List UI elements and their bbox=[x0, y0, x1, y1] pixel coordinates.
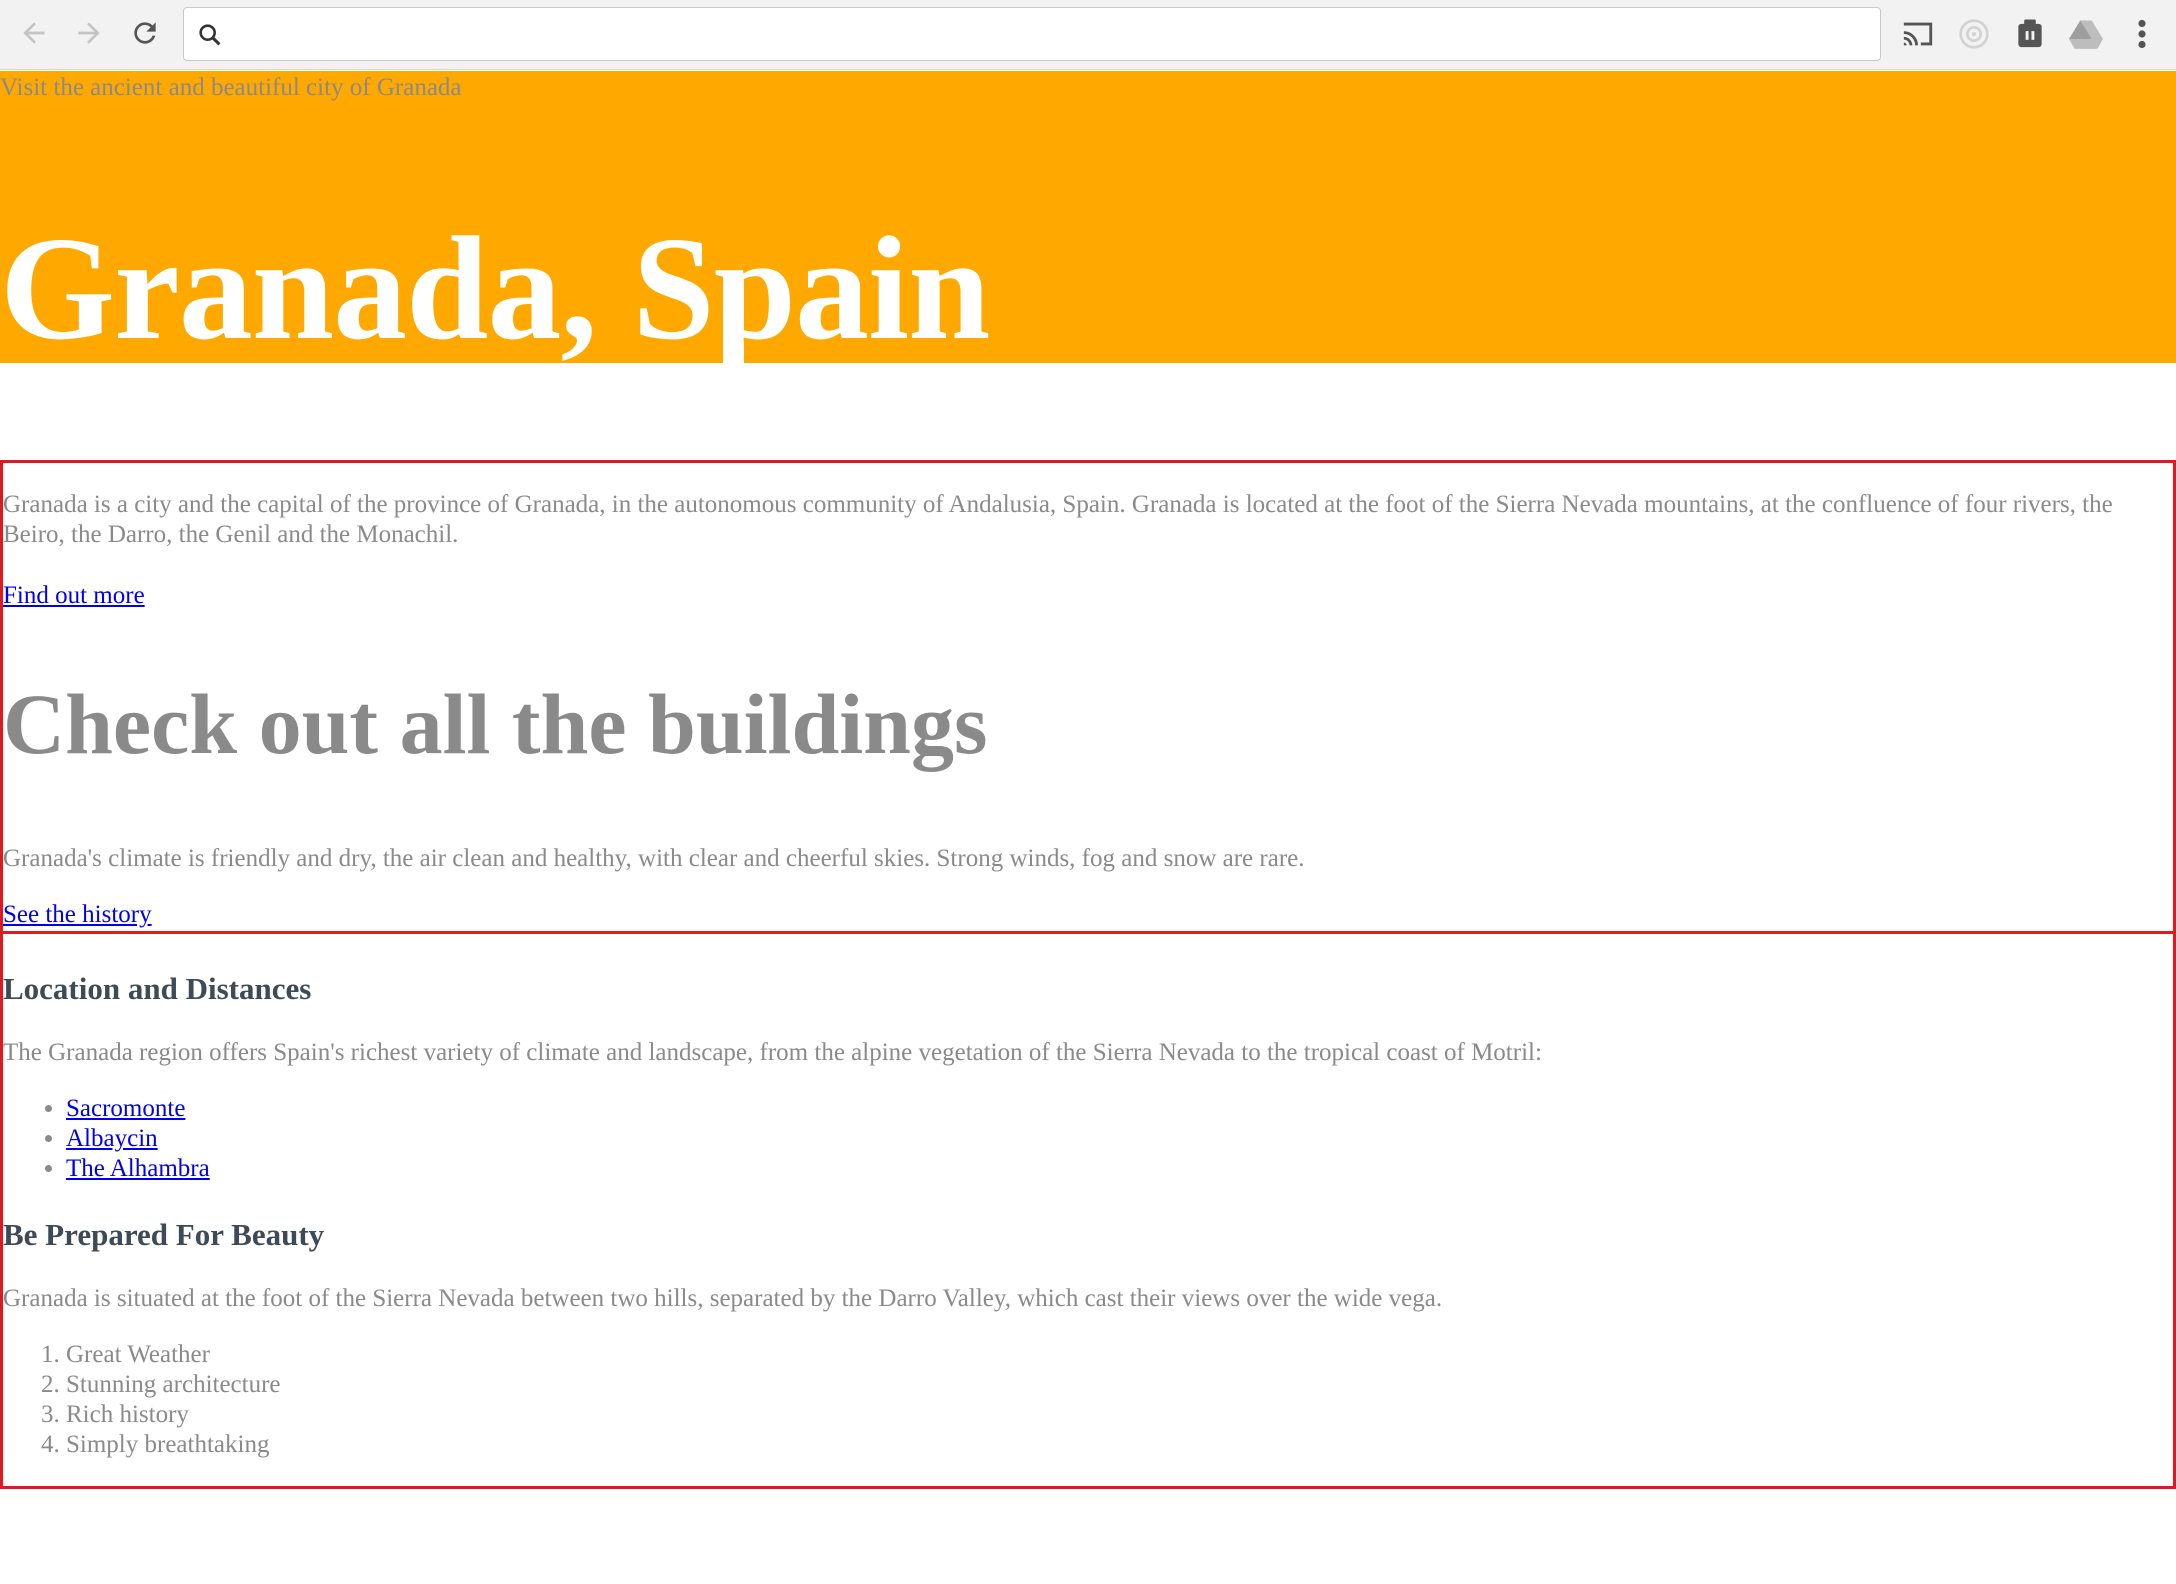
back-arrow-icon[interactable] bbox=[14, 13, 54, 53]
hero-tagline: Visit the ancient and beautiful city of … bbox=[0, 74, 462, 101]
page-title: Granada, Spain bbox=[0, 207, 990, 371]
extension-circle-icon[interactable] bbox=[1954, 14, 1994, 54]
buildings-heading: Check out all the buildings bbox=[3, 676, 988, 772]
reasons-list: Great Weather Stunning architecture Rich… bbox=[3, 1340, 281, 1460]
find-out-more-link[interactable]: Find out more bbox=[3, 582, 145, 609]
menu-dots-icon[interactable] bbox=[2122, 14, 2162, 54]
list-item: Stunning architecture bbox=[66, 1370, 281, 1400]
climate-paragraph: Granada's climate is friendly and dry, t… bbox=[3, 845, 1305, 872]
address-bar[interactable] bbox=[183, 7, 1881, 61]
list-item: The Alhambra bbox=[66, 1154, 210, 1184]
reload-icon[interactable] bbox=[125, 13, 165, 53]
places-list: Sacromonte Albaycin The Alhambra bbox=[3, 1094, 210, 1184]
hero-banner: Visit the ancient and beautiful city of … bbox=[0, 71, 2176, 371]
situated-paragraph: Granada is situated at the foot of the S… bbox=[3, 1285, 1443, 1312]
browser-toolbar bbox=[0, 0, 2176, 70]
list-item: Rich history bbox=[66, 1400, 281, 1430]
albaycin-link[interactable]: Albaycin bbox=[66, 1125, 158, 1152]
details-section: Location and Distances The Granada regio… bbox=[0, 931, 2176, 1489]
beauty-heading: Be Prepared For Beauty bbox=[3, 1217, 325, 1252]
sacromonte-link[interactable]: Sacromonte bbox=[66, 1095, 185, 1122]
the-alhambra-link[interactable]: The Alhambra bbox=[66, 1155, 210, 1182]
list-item: Great Weather bbox=[66, 1340, 281, 1370]
url-input[interactable] bbox=[240, 16, 1864, 54]
see-the-history-link[interactable]: See the history bbox=[3, 901, 152, 928]
drive-icon[interactable] bbox=[2066, 14, 2106, 54]
intro-section: Granada is a city and the capital of the… bbox=[0, 460, 2176, 934]
intro-paragraph: Granada is a city and the capital of the… bbox=[3, 491, 2113, 548]
extension-puzzle-icon[interactable] bbox=[2010, 14, 2050, 54]
list-item: Simply breathtaking bbox=[66, 1430, 281, 1460]
cast-icon[interactable] bbox=[1898, 14, 1938, 54]
search-icon bbox=[199, 24, 221, 46]
list-item: Albaycin bbox=[66, 1124, 210, 1154]
list-item: Sacromonte bbox=[66, 1094, 210, 1124]
forward-arrow-icon[interactable] bbox=[69, 13, 109, 53]
location-heading: Location and Distances bbox=[3, 971, 312, 1006]
region-paragraph: The Granada region offers Spain's riches… bbox=[3, 1039, 1542, 1066]
